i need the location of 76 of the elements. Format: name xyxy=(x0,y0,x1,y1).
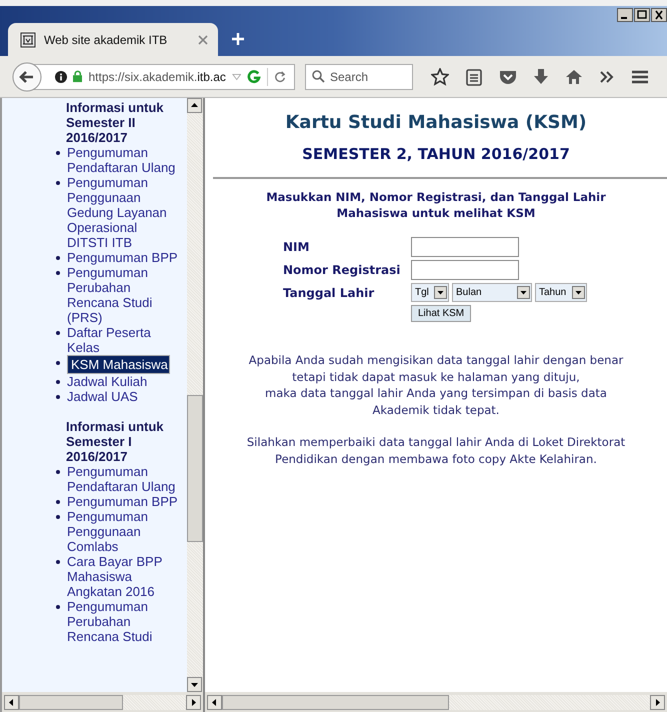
bullet-icon xyxy=(56,331,60,335)
sidebar-link[interactable]: Pengumuman Penggunaan Comlabs xyxy=(67,509,180,554)
clipboard-icon[interactable] xyxy=(466,68,482,86)
sidebar-link[interactable]: Cara Bayar BPP Mahasiswa Angkatan 2016 xyxy=(67,554,180,599)
field-label: NIM xyxy=(283,240,310,254)
bullet-icon xyxy=(56,515,60,519)
maximize-icon[interactable] xyxy=(634,8,650,22)
download-icon[interactable] xyxy=(534,68,548,86)
tab-title: Web site akademik ITB xyxy=(44,32,168,46)
sidebar-link[interactable]: KSM Mahasiswa xyxy=(67,355,170,374)
site-logo-icon xyxy=(20,32,36,48)
horizontal-scrollbar[interactable] xyxy=(205,692,667,712)
back-icon[interactable] xyxy=(12,62,42,92)
g-logo-icon[interactable] xyxy=(247,68,262,84)
info-icon xyxy=(55,70,68,84)
view-ksm-button[interactable]: Lihat KSM xyxy=(411,305,472,322)
scroll-thumb[interactable] xyxy=(187,395,203,542)
home-icon[interactable] xyxy=(565,68,583,84)
scroll-right-icon[interactable] xyxy=(650,694,665,710)
field-label: Tanggal Lahir xyxy=(283,286,376,300)
scroll-thumb[interactable] xyxy=(222,694,449,710)
dropdown[interactable]: Bulan xyxy=(452,283,532,302)
sidebar-link[interactable]: Pengumuman Penggunaan Gedung Layanan Operasional DITSTI ITB xyxy=(67,175,180,250)
note-paragraph: Apabila Anda sudah mengisikan data tanggal lahir dengan benar tetapi tidak dapat masuk ke halaman yang dituju, maka data tanggal lahir Anda yang tersimpan di basis data Akademik tidak tepat. xyxy=(248,352,624,418)
text-field[interactable] xyxy=(411,237,519,257)
page-title: Kartu Studi Mahasiswa (KSM) xyxy=(284,112,588,133)
search-field[interactable]: Search xyxy=(305,64,413,90)
semester-heading: SEMESTER 2, TAHUN 2016/2017 xyxy=(301,145,571,163)
note-paragraph: Silahkan memperbaiki data tanggal lahir Anda di Loket Direktorat Pendidikan dengan membawa foto copy Akte Kelahiran. xyxy=(246,434,626,467)
section-heading: Informasi untuk Semester I 2016/2017 xyxy=(65,419,165,464)
sidebar-link[interactable]: Pengumuman BPP xyxy=(67,250,180,265)
instruction-text: Masukkan NIM, Nomor Registrasi, dan Tanggal Lahir Mahasiswa untuk melihat KSM xyxy=(265,189,607,221)
close-icon[interactable] xyxy=(651,8,667,22)
field-label: Nomor Registrasi xyxy=(283,263,402,277)
scroll-up-icon[interactable] xyxy=(187,98,202,113)
lock-icon xyxy=(73,70,82,83)
sidebar-link[interactable]: Pengumuman Perubahan Rencana Studi (PRS) xyxy=(67,265,180,325)
section-heading: Informasi untuk Semester II 2016/2017 xyxy=(65,100,165,145)
bullet-icon xyxy=(56,605,60,609)
sidebar-link[interactable]: Pengumuman Pendaftaran Ulang xyxy=(67,464,180,494)
star-icon[interactable] xyxy=(431,68,449,86)
sidebar-link[interactable]: Pengumuman BPP xyxy=(67,494,180,509)
sidebar-link[interactable]: Pengumuman Perubahan Rencana Studi xyxy=(67,599,180,644)
bullet-icon xyxy=(56,470,60,474)
sidebar-link[interactable]: Pengumuman Pendaftaran Ulang xyxy=(67,145,180,175)
bullet-icon xyxy=(56,256,60,260)
menu-icon[interactable] xyxy=(631,68,649,84)
bullet-icon xyxy=(56,361,60,365)
url-text: https://six.akademik.itb.ac xyxy=(88,70,226,84)
bullet-icon xyxy=(56,271,60,275)
vertical-scrollbar[interactable] xyxy=(187,98,203,692)
dropdown[interactable]: Tahun xyxy=(535,283,587,302)
minimize-icon[interactable] xyxy=(617,8,633,22)
horizontal-scrollbar[interactable] xyxy=(2,692,203,712)
browser-tab[interactable]: Web site akademik ITB xyxy=(8,23,218,56)
sidebar-link[interactable]: Daftar Peserta Kelas xyxy=(67,325,180,355)
new-tab-icon[interactable] xyxy=(232,33,244,45)
bullet-icon xyxy=(56,151,60,155)
pocket-icon[interactable] xyxy=(499,68,517,84)
bullet-icon xyxy=(56,181,60,185)
reload-icon[interactable] xyxy=(274,70,286,84)
scroll-right-icon[interactable] xyxy=(186,694,201,710)
search-icon xyxy=(312,70,325,82)
overflow-icon[interactable] xyxy=(600,70,614,82)
bullet-icon xyxy=(56,500,60,504)
scroll-down-icon[interactable] xyxy=(187,677,202,692)
bullet-icon xyxy=(56,395,60,399)
sidebar-link[interactable]: Jadwal UAS xyxy=(67,389,180,404)
bullet-icon xyxy=(56,380,60,384)
scroll-left-icon[interactable] xyxy=(207,694,222,710)
dropdown[interactable]: Tgl xyxy=(411,283,449,302)
text-field[interactable] xyxy=(411,260,519,280)
bullet-icon xyxy=(56,560,60,564)
sidebar-link[interactable]: Jadwal Kuliah xyxy=(67,374,180,389)
scroll-left-icon[interactable] xyxy=(4,694,19,710)
scroll-thumb[interactable] xyxy=(19,694,123,710)
